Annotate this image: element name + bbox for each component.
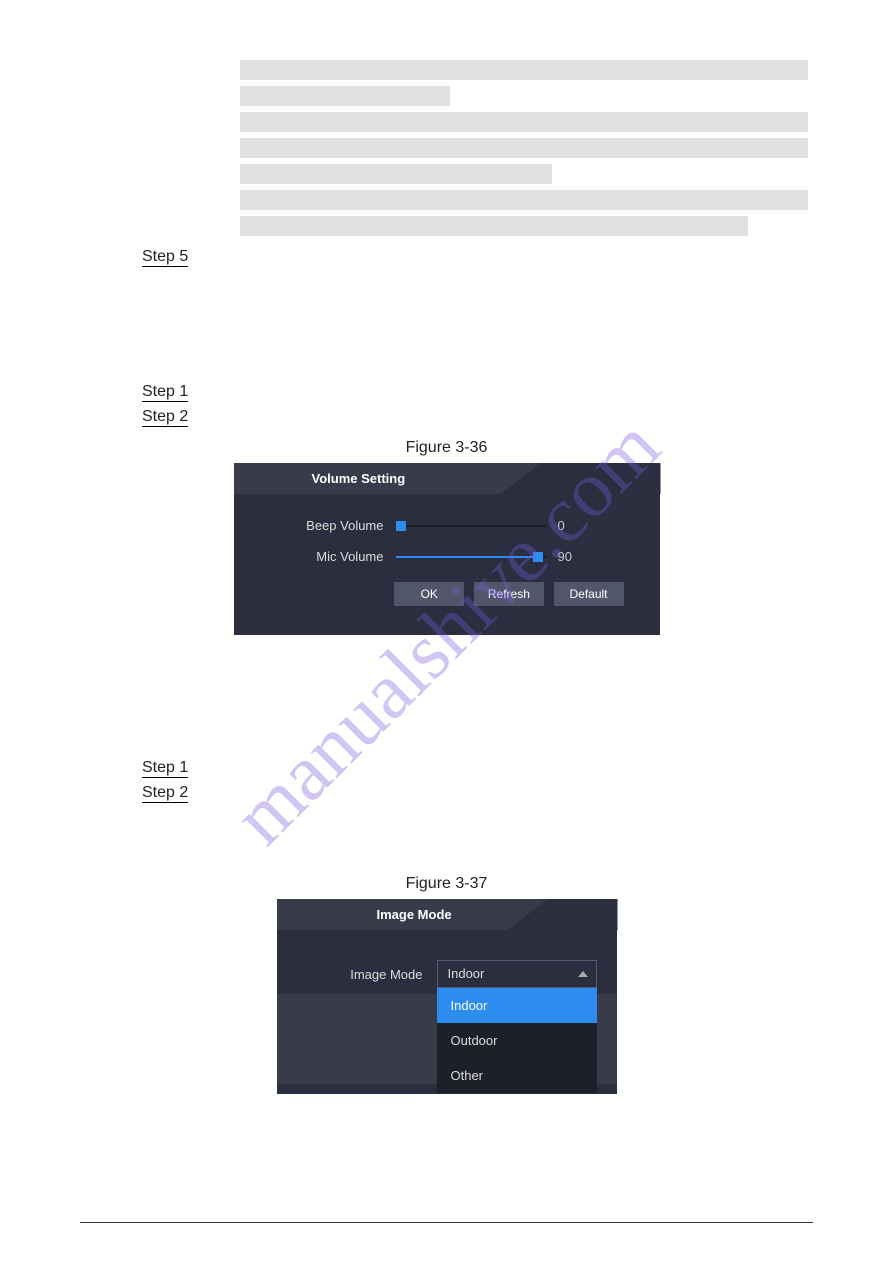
image-mode-option-outdoor[interactable]: Outdoor	[437, 1023, 597, 1058]
step-5-label: Step 5	[142, 248, 188, 267]
page-content: Step 5 Step 1 Step 2 Figure 3-36 Volume …	[0, 0, 893, 1094]
mic-volume-value: 90	[558, 549, 588, 564]
image-mode-selected-value: Indoor	[448, 966, 485, 981]
image-mode-select[interactable]: Indoor Indoor Outdoor Other	[437, 960, 597, 988]
refresh-button[interactable]: Refresh	[474, 582, 544, 606]
mic-volume-row: Mic Volume 90	[274, 549, 640, 564]
redacted-line	[240, 138, 808, 158]
redacted-block	[240, 60, 813, 236]
step-2-label: Step 2	[142, 408, 188, 427]
figure-3-37-caption: Figure 3-37	[80, 875, 813, 893]
redacted-line	[240, 216, 748, 236]
default-button[interactable]: Default	[554, 582, 624, 606]
redacted-line	[240, 86, 450, 106]
image-mode-title-text: Image Mode	[377, 907, 452, 922]
slider-thumb[interactable]	[396, 521, 406, 531]
ok-button[interactable]: OK	[394, 582, 464, 606]
image-mode-dropdown: Indoor Outdoor Other	[437, 988, 597, 1093]
redacted-line	[240, 112, 808, 132]
slider-thumb[interactable]	[533, 552, 543, 562]
image-mode-title: Image Mode	[277, 899, 617, 930]
chevron-up-icon	[578, 971, 588, 977]
image-mode-option-indoor[interactable]: Indoor	[437, 988, 597, 1023]
redacted-line	[240, 190, 808, 210]
volume-setting-panel: Volume Setting Beep Volume 0 Mic Volume	[234, 463, 660, 635]
volume-title-text: Volume Setting	[312, 471, 406, 486]
page-footer-divider	[80, 1222, 813, 1223]
step-1-label-b: Step 1	[142, 759, 188, 778]
figure-3-36-caption: Figure 3-36	[80, 439, 813, 457]
image-mode-option-other[interactable]: Other	[437, 1058, 597, 1093]
mic-volume-slider[interactable]	[396, 550, 546, 564]
beep-volume-label: Beep Volume	[274, 518, 384, 533]
image-mode-label: Image Mode	[297, 967, 437, 982]
redacted-line	[240, 164, 552, 184]
redacted-line	[240, 60, 808, 80]
image-mode-panel: Image Mode Image Mode Indoor Indoor Outd…	[277, 899, 617, 1094]
beep-volume-value: 0	[558, 518, 588, 533]
mic-volume-label: Mic Volume	[274, 549, 384, 564]
volume-setting-title: Volume Setting	[234, 463, 660, 494]
step-2-label-b: Step 2	[142, 784, 188, 803]
beep-volume-slider[interactable]	[396, 519, 546, 533]
image-mode-select-box[interactable]: Indoor	[437, 960, 597, 988]
beep-volume-row: Beep Volume 0	[274, 518, 640, 533]
step-1-label: Step 1	[142, 383, 188, 402]
